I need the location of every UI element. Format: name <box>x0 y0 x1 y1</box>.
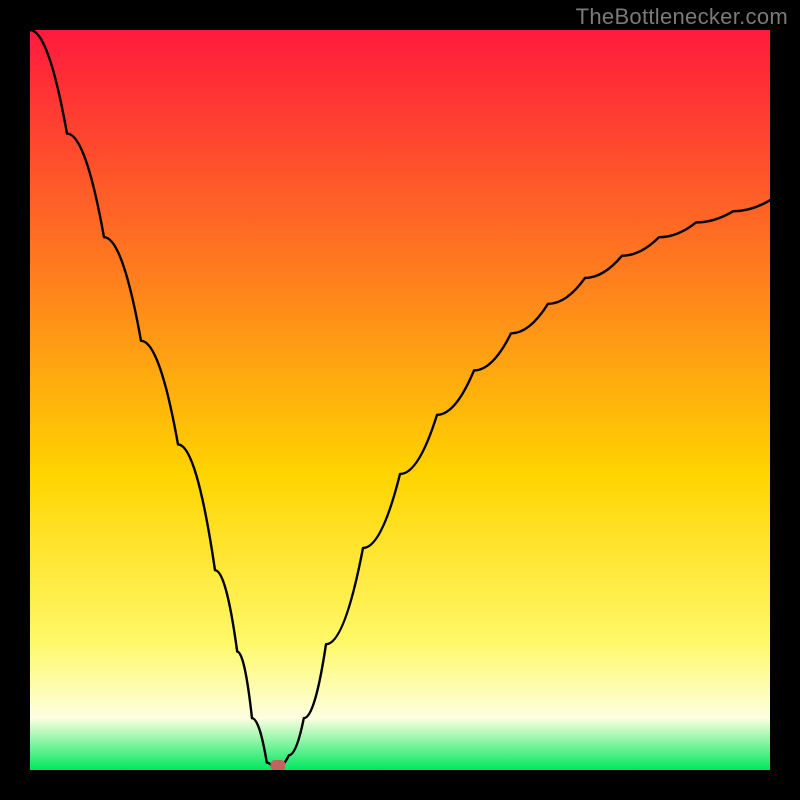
chart-frame: TheBottlenecker.com <box>0 0 800 800</box>
watermark-text: TheBottlenecker.com <box>576 4 788 30</box>
minimum-marker <box>271 761 285 770</box>
gradient-background <box>30 30 770 770</box>
plot-area <box>30 30 770 770</box>
bottleneck-chart <box>30 30 770 770</box>
